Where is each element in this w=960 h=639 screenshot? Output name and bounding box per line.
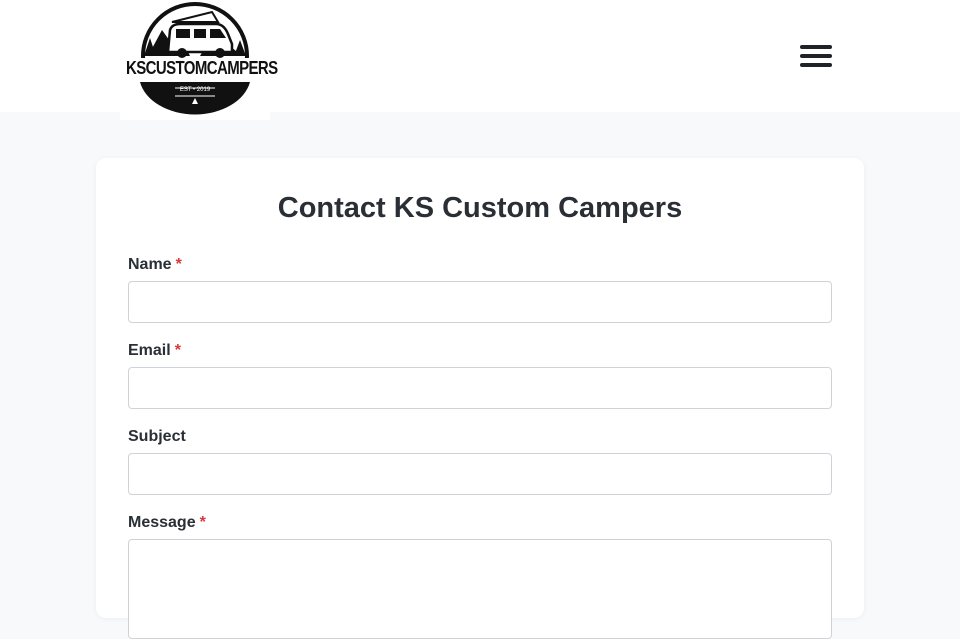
message-label-text: Message: [128, 514, 196, 531]
name-input[interactable]: [128, 281, 832, 323]
message-label: Message *: [128, 514, 206, 532]
contact-form-card: Contact KS Custom Campers Name * Email * S…: [96, 158, 864, 639]
subject-label-text: Subject: [128, 428, 186, 445]
logo-est-text: EST • 2019: [179, 87, 211, 93]
hamburger-menu-icon: [800, 45, 832, 49]
logo-brand-text: KSCUSTOMCAMPERS: [126, 58, 278, 79]
site-logo[interactable]: KSCUSTOMCAMPERS EST • 2019: [120, 0, 278, 120]
name-label-text: Name: [128, 256, 172, 273]
required-marker: *: [175, 256, 182, 273]
hamburger-menu-icon: [800, 63, 832, 67]
required-marker: *: [174, 342, 181, 359]
name-label: Name *: [128, 256, 182, 274]
site-header: KSCUSTOMCAMPERS EST • 2019: [0, 0, 960, 120]
hamburger-menu-button[interactable]: [796, 40, 836, 72]
page-title: Contact KS Custom Campers: [277, 192, 683, 224]
subject-label: Subject: [128, 428, 186, 446]
message-textarea[interactable]: [128, 539, 832, 639]
email-label: Email *: [128, 342, 181, 360]
subject-input[interactable]: [128, 453, 832, 495]
email-label-text: Email: [128, 342, 171, 359]
required-marker: *: [199, 514, 206, 531]
hamburger-menu-icon: [800, 54, 832, 58]
email-input[interactable]: [128, 367, 832, 409]
